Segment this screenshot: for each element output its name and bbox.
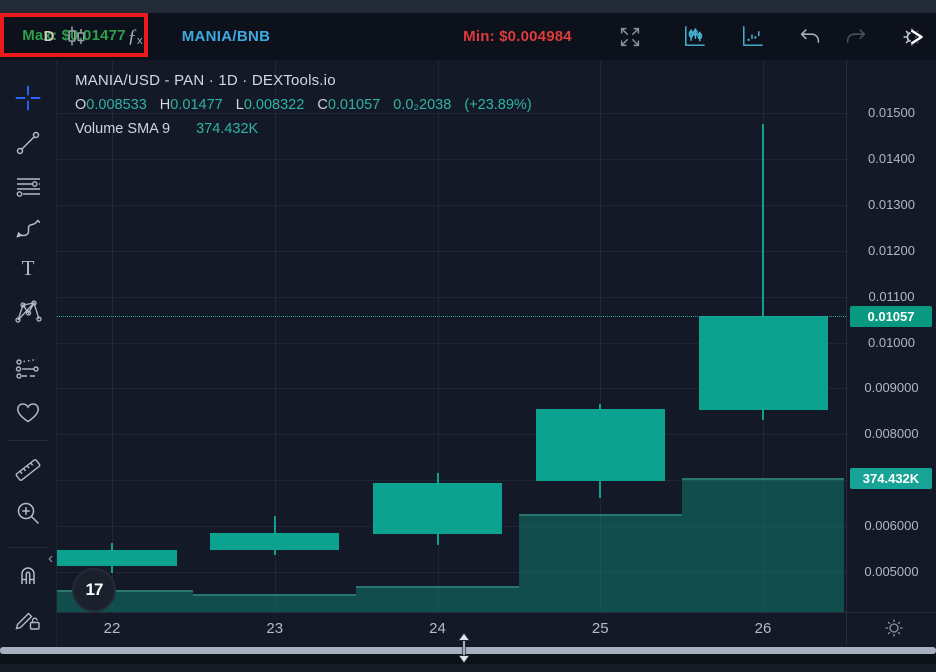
pair-link[interactable]: MANIA/BNB [180, 13, 272, 60]
brush-icon[interactable] [13, 213, 43, 243]
chart-topbar: D ƒ x MANIA/BNB Max: $0.01477 Min: $0.00… [0, 13, 936, 61]
gridline-h [57, 251, 846, 252]
tradingview-logo[interactable]: 17 [72, 568, 116, 612]
forecast-icon[interactable] [13, 355, 43, 385]
chart-legend: MANIA/USD - PAN · 1D · DEXTools.io O0.00… [75, 72, 532, 137]
time-axis-label: 22 [82, 620, 142, 637]
last-price-line [57, 316, 846, 317]
price-axis-tick: 0.008000 [847, 426, 936, 442]
candle-body [57, 550, 177, 566]
legend-change-pct: (+23.89%) [464, 97, 531, 113]
time-axis-label: 23 [245, 620, 305, 637]
zoom-in-icon[interactable] [13, 498, 43, 528]
time-axis[interactable]: 2223242526 [57, 612, 846, 645]
redo-icon[interactable] [840, 13, 872, 60]
undo-icon[interactable] [794, 13, 826, 60]
price-axis-tick: 0.01200 [847, 243, 936, 259]
text-tool-icon[interactable]: T [13, 253, 43, 283]
heart-icon[interactable] [13, 397, 43, 427]
volume-bar [519, 514, 682, 612]
indicators-fx-icon[interactable]: ƒ x [119, 13, 151, 60]
settings-gear-icon[interactable] [896, 13, 930, 60]
candle-body [699, 316, 828, 409]
collapse-toolbar-chevron[interactable]: ‹ [48, 551, 53, 567]
fullscreen-icon[interactable] [614, 13, 646, 60]
legend-title: MANIA/USD - PAN · 1D · DEXTools.io [75, 72, 532, 89]
candles-icon[interactable] [62, 13, 92, 60]
time-axis-label: 26 [733, 620, 793, 637]
gridline-h [57, 159, 846, 160]
gridline-v [112, 60, 113, 612]
fib-retracement-icon[interactable] [13, 171, 43, 201]
ruler-icon[interactable] [13, 455, 43, 485]
legend-ohlc-row: O0.008533 H0.01477 L0.008322 C0.01057 0.… [75, 97, 532, 113]
top-strip [0, 0, 936, 13]
magnet-icon[interactable] [13, 559, 43, 589]
trend-line-icon[interactable] [13, 128, 43, 158]
toolbar-divider [8, 547, 48, 548]
price-axis-tick: 0.01300 [847, 197, 936, 213]
volume-bar [193, 594, 356, 612]
price-axis[interactable]: 0.015000.014000.013000.012000.011000.010… [846, 60, 936, 645]
crosshair-icon[interactable] [13, 83, 43, 113]
resize-handle-arrows[interactable] [456, 632, 472, 664]
chart-style-marks-icon[interactable] [735, 13, 767, 60]
gridline-h [57, 297, 846, 298]
gridline-h [57, 434, 846, 435]
toolbar-divider [8, 440, 48, 441]
price-axis-tick: 0.01100 [847, 289, 936, 305]
price-scale-sun-icon[interactable] [883, 617, 905, 639]
timeframe-button[interactable]: D [36, 13, 62, 60]
chart-canvas[interactable]: MANIA/USD - PAN · 1D · DEXTools.io O0.00… [57, 60, 846, 612]
min-price-label: Min: $0.004984 [450, 13, 585, 60]
chart-style-candles-icon[interactable] [677, 13, 709, 60]
volume-sma-badge: 374.432K [850, 468, 932, 489]
candle-body [536, 409, 665, 481]
time-axis-label: 25 [570, 620, 630, 637]
price-axis-tick: 0.01000 [847, 335, 936, 351]
gridline-h [57, 205, 846, 206]
price-axis-tick: 0.005000 [847, 564, 936, 580]
volume-bar [682, 478, 845, 612]
volume-bar [356, 586, 519, 612]
chart-window: D ƒ x MANIA/BNB Max: $0.01477 Min: $0.00… [0, 0, 936, 672]
last-price-badge: 0.01057 [850, 306, 932, 327]
legend-volume-row: Volume SMA 9374.432K [75, 121, 532, 137]
drawing-lock-icon[interactable] [13, 603, 43, 633]
candle-body [210, 533, 339, 551]
price-axis-tick: 0.01400 [847, 151, 936, 167]
page-below-strip-2 [0, 664, 936, 672]
price-axis-tick: 0.009000 [847, 380, 936, 396]
axis-divider [847, 612, 936, 613]
legend-change: 0.0₂2038 [393, 97, 451, 113]
candle-body [373, 483, 502, 534]
price-axis-tick: 0.01500 [847, 105, 936, 121]
xabcd-pattern-icon[interactable] [13, 297, 43, 327]
price-axis-tick: 0.006000 [847, 518, 936, 534]
